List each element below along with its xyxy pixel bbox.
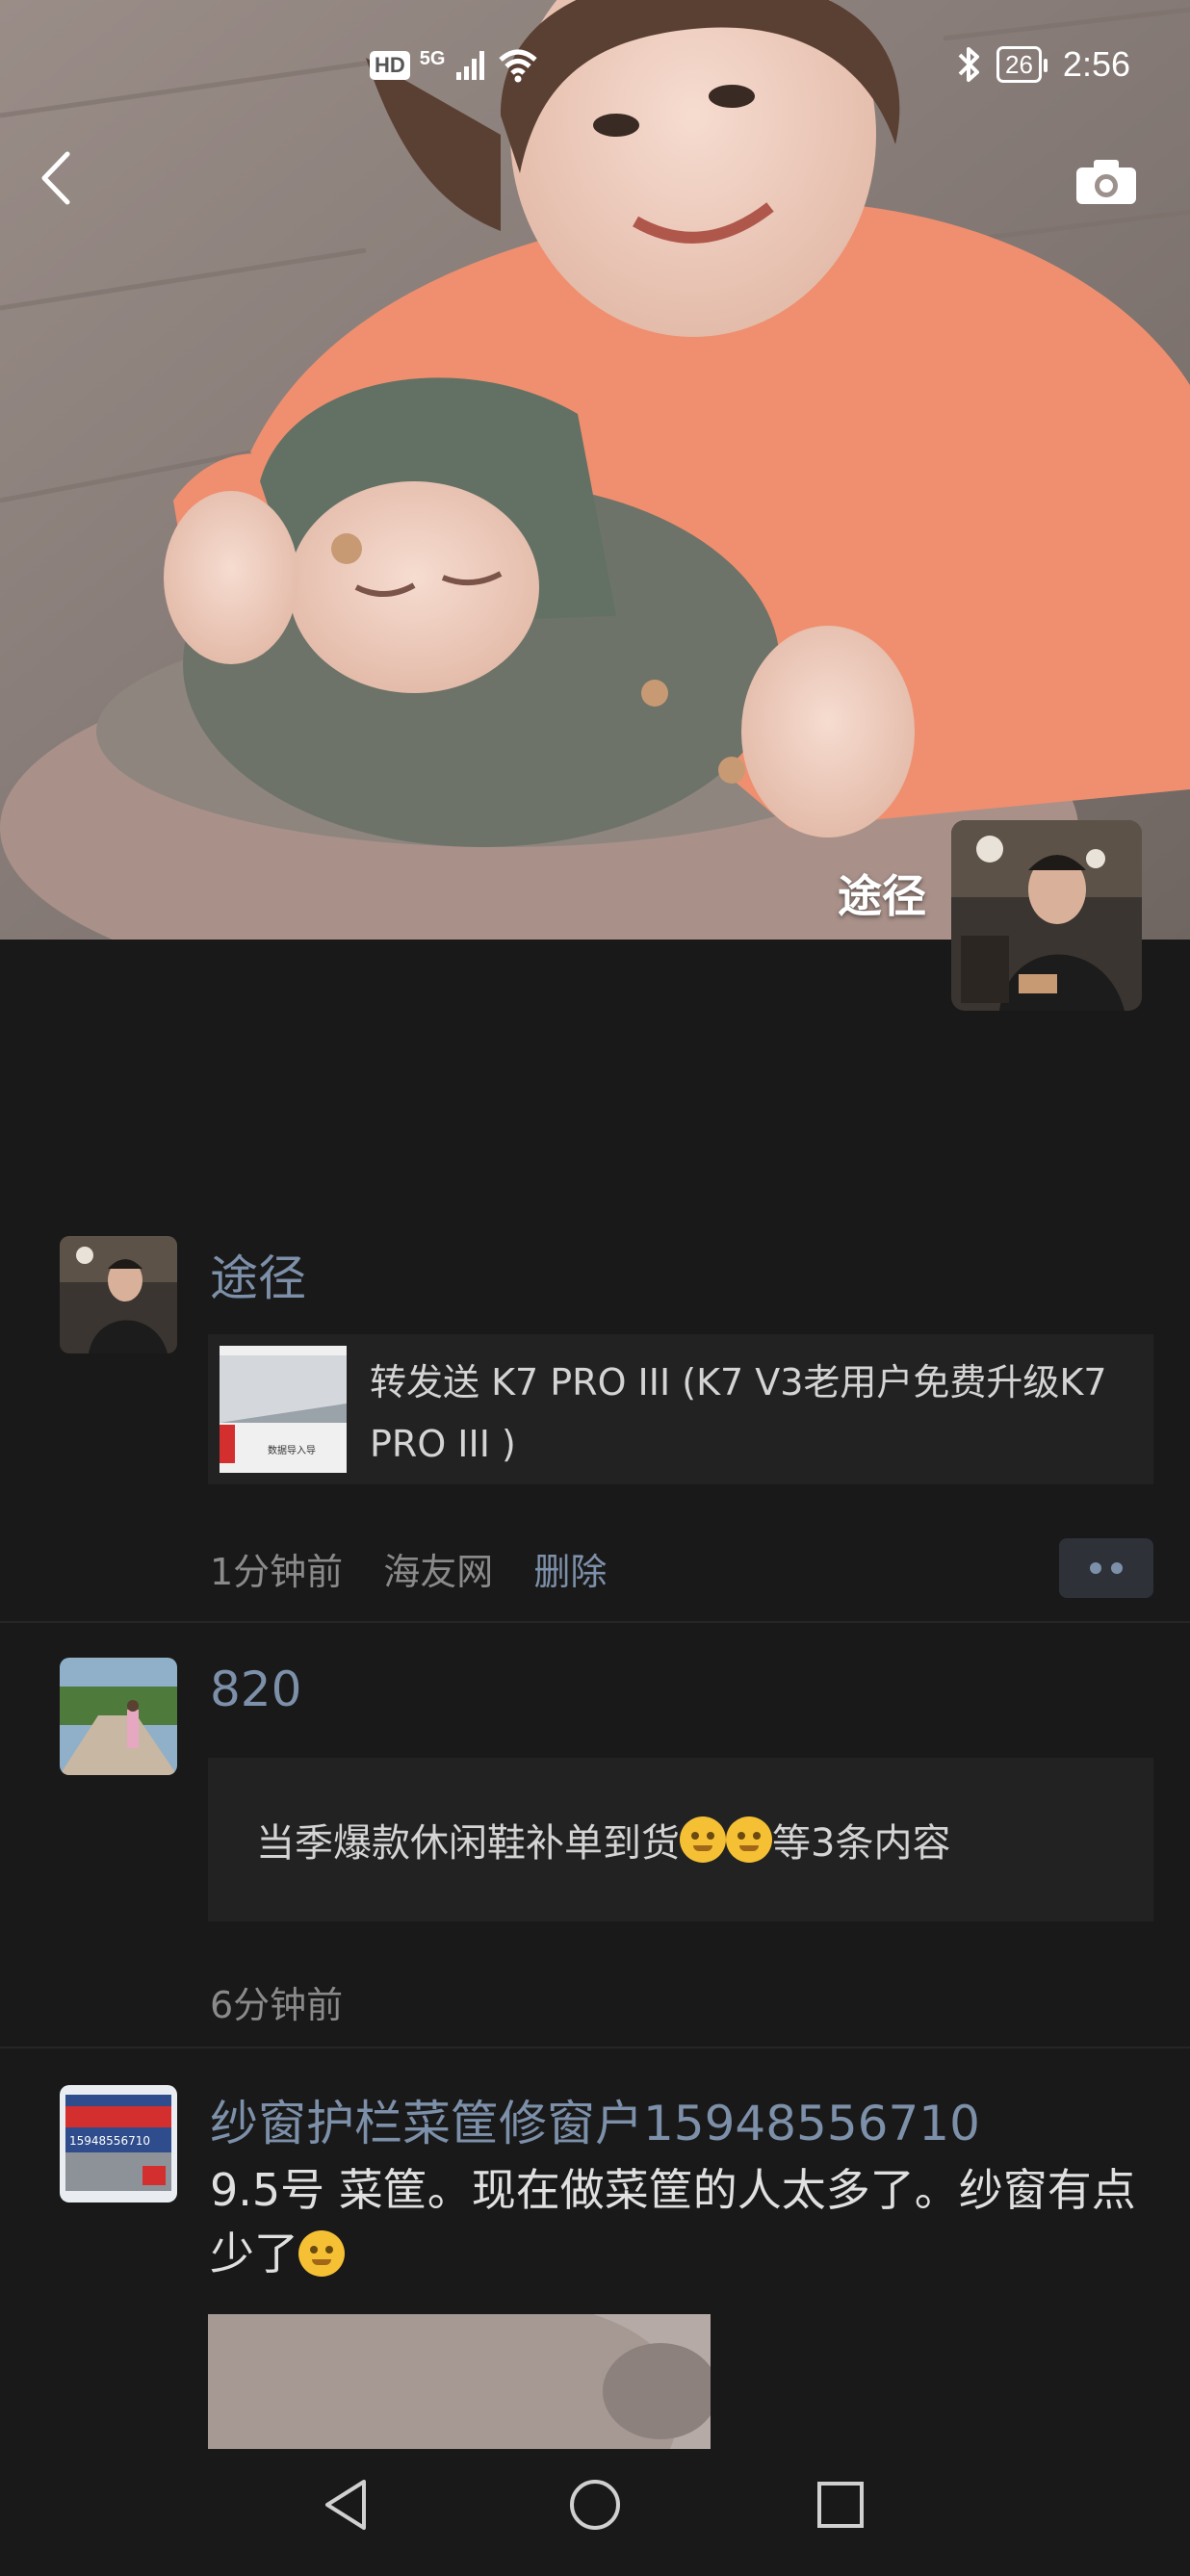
post-time: 6分钟前 (210, 1984, 344, 2026)
status-bar: HD 5G 26 2:56 (0, 39, 1190, 96)
username[interactable]: 纱窗护栏菜筐修窗户15948556710 (210, 2085, 980, 2154)
collapsed-posts-text-end: 等3条内容 (772, 1821, 951, 1866)
profile-avatar-image (951, 820, 1142, 1011)
dot-icon (1090, 1562, 1101, 1574)
thinking-emoji-icon (680, 1816, 726, 1863)
share-thumbnail-image: 数据导入导 (220, 1346, 347, 1473)
post-meta: 6分钟前 (210, 1975, 372, 2028)
thinking-emoji-icon (726, 1816, 772, 1863)
user-avatar-image: 15948556710 (60, 2085, 177, 2202)
circle-home-icon (570, 2480, 620, 2530)
triangle-back-icon (325, 2480, 366, 2530)
thinking-emoji-icon (298, 2230, 345, 2277)
cover-photo-image (0, 0, 1190, 940)
status-bar-left: HD 5G (370, 48, 539, 83)
system-navigation-bar (0, 2449, 1190, 2576)
nav-recents-button[interactable] (815, 2476, 867, 2537)
share-link-title: 转发送 K7 PRO III (K7 V3老用户免费升级K7 PRO III ) (370, 1361, 1107, 1465)
dot-icon (1111, 1562, 1123, 1574)
square-recents-icon (817, 2482, 864, 2528)
feed-item: 途径 数据导入导 转发送 K7 PRO III (K7 V3老用户免费升级K7 … (0, 1236, 1190, 1621)
share-thumbnail: 数据导入导 (220, 1346, 347, 1473)
cover-photo[interactable]: HD 5G 26 2:56 (0, 0, 1190, 940)
profile-avatar[interactable] (951, 820, 1142, 1011)
post-image[interactable] (208, 2314, 711, 2449)
post-meta: 1分钟前 海友网 删除 (210, 1542, 635, 1595)
nav-home-button[interactable] (566, 2476, 624, 2537)
more-actions-button[interactable] (1059, 1538, 1153, 1598)
user-avatar-image (60, 1658, 177, 1775)
moments-page: HD 5G 26 2:56 途径 途径 数据导入导 转发送 K7 PRO III… (0, 0, 1190, 2576)
divider (0, 1621, 1190, 1623)
user-avatar-image (60, 1236, 177, 1353)
wifi-icon (499, 49, 538, 83)
signal-icon (456, 51, 485, 80)
profile-name[interactable]: 途径 (838, 862, 926, 925)
avatar-phone-text: 15948556710 (69, 2134, 150, 2148)
collapsed-posts-text-start: 当季爆款休闲鞋补单到货 (256, 1821, 680, 1866)
username[interactable]: 820 (210, 1662, 301, 1717)
divider (0, 2047, 1190, 2048)
network-5g-label: 5G (419, 48, 446, 69)
collapsed-posts-card[interactable]: 当季爆款休闲鞋补单到货 等3条内容 (208, 1758, 1153, 1921)
back-button[interactable] (39, 150, 71, 206)
post-image-photo (208, 2314, 711, 2449)
user-avatar[interactable] (60, 1236, 177, 1353)
user-avatar[interactable]: 15948556710 (60, 2085, 177, 2202)
nav-back-button[interactable] (322, 2476, 370, 2537)
delete-button[interactable]: 删除 (533, 1551, 607, 1593)
camera-icon (1076, 160, 1136, 204)
post-text: 9.5号 菜筐。现在做菜筐的人太多了。纱窗有点少了 (210, 2158, 1153, 2285)
bluetooth-icon (958, 47, 979, 82)
share-link-card[interactable]: 数据导入导 转发送 K7 PRO III (K7 V3老用户免费升级K7 PRO… (208, 1334, 1153, 1484)
camera-button[interactable] (1074, 158, 1138, 206)
collapsed-posts-text: 当季爆款休闲鞋补单到货 等3条内容 (256, 1758, 950, 1921)
battery-indicator: 26 (996, 46, 1048, 83)
user-avatar[interactable] (60, 1658, 177, 1775)
username[interactable]: 途径 (210, 1240, 306, 1309)
post-source[interactable]: 海友网 (383, 1551, 493, 1593)
post-text-body: 9.5号 菜筐。现在做菜筐的人太多了。纱窗有点少了 (210, 2164, 1136, 2280)
feed-item: 820 当季爆款休闲鞋补单到货 等3条内容 6分钟前 (0, 1658, 1190, 2043)
share-thumbnail-caption: 数据导入导 (268, 1444, 316, 1456)
post-time: 1分钟前 (210, 1551, 344, 1593)
chevron-left-icon (41, 151, 70, 205)
status-time: 2:56 (1062, 44, 1130, 84)
hd-badge: HD (370, 51, 410, 80)
status-bar-right: 26 2:56 (956, 44, 1130, 85)
